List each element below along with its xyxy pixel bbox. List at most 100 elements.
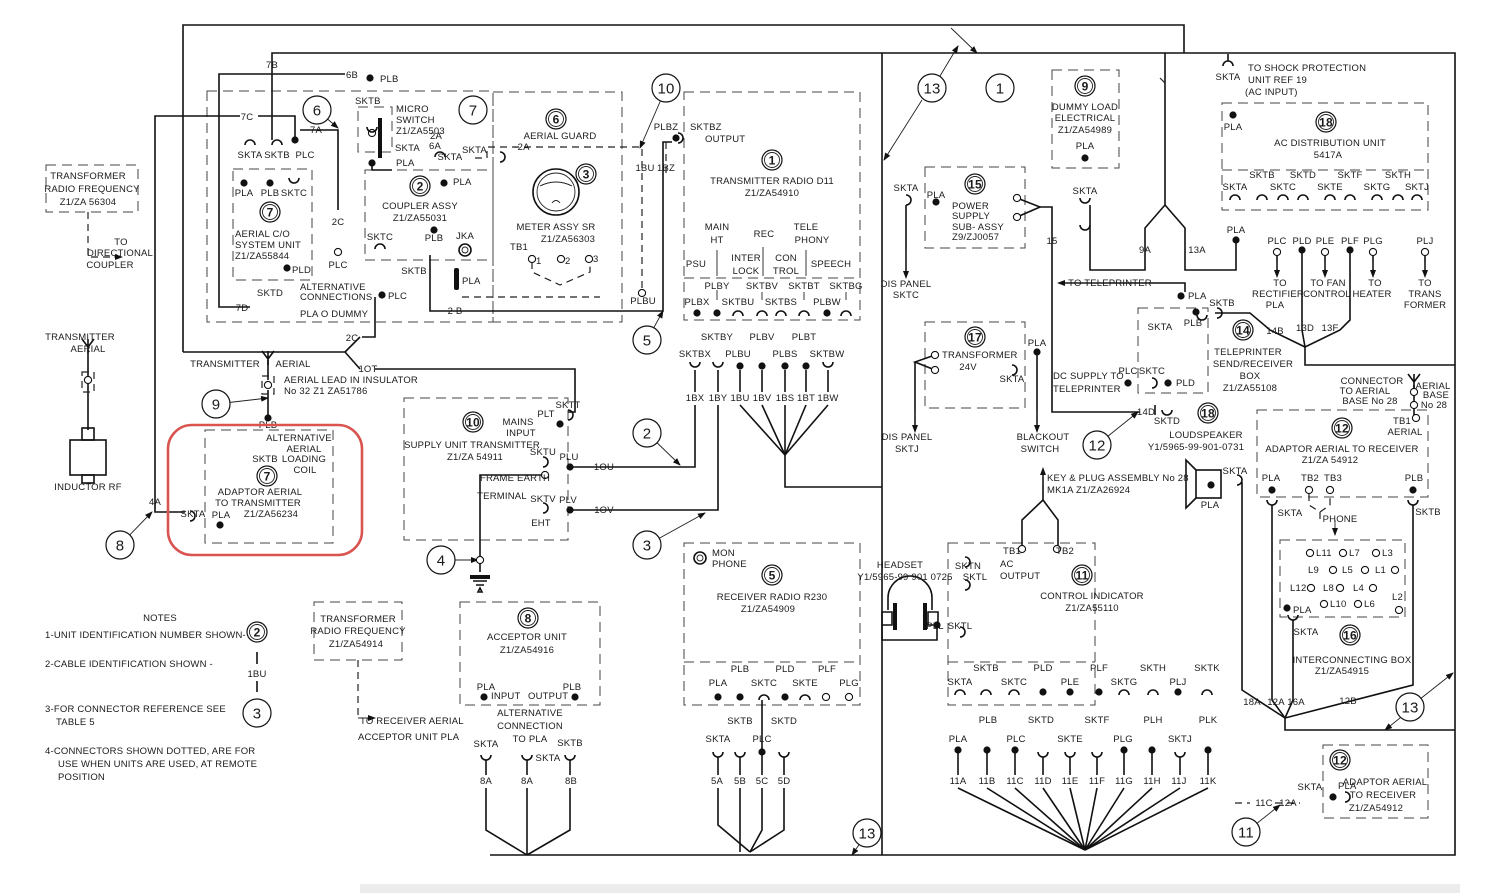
ac-input-socket [1222, 54, 1234, 67]
label-acdist: SKTH [1385, 170, 1411, 181]
label-adaptor7: ADAPTOR AERIAL [218, 487, 302, 498]
label-adaptor7: LOADING [282, 454, 326, 465]
label-coupler: JKA [456, 231, 474, 242]
socket-connector [1324, 194, 1336, 201]
open-terminal [1368, 583, 1378, 593]
label-box16: INTERCONNECTING BOX [1293, 655, 1412, 666]
label-tele: 14B [1266, 326, 1284, 337]
plug-connector-dot [1204, 746, 1212, 754]
label-g7: 2C [332, 217, 345, 228]
label-controlout: SKTF [1084, 715, 1109, 726]
label-control: SKTN [955, 561, 981, 572]
label-t17: 24V [959, 362, 977, 373]
label-acout: TO FAN [1310, 278, 1345, 289]
label-mid: DIS PANEL [881, 279, 932, 290]
label-g7: PLB [380, 74, 399, 85]
socket-connector [542, 456, 549, 468]
leader-line [1384, 717, 1401, 731]
label-acceptor: 8A [521, 776, 533, 787]
meter-face [536, 172, 576, 212]
label-supply: PLV [559, 495, 577, 506]
label-rx12: SKTA [1278, 508, 1303, 519]
label-acout: PLF [1341, 236, 1359, 247]
label-receiver: PLG [839, 678, 859, 689]
wiring-diagram: 7 2 6 3 1 9 18 15 17 14 18 12 16 12 11 5 8 10 7 2 6 7 10 13 1 5 9 2… [0, 0, 1500, 893]
label-adaptor7: ALTERNATIVE [266, 433, 332, 444]
label-p15: SUPPLY [952, 211, 990, 222]
socket-connector [1371, 194, 1383, 201]
label-tele: SKTA [1148, 322, 1173, 333]
antenna-icon [261, 350, 275, 365]
label-tele: BOX [1240, 371, 1261, 382]
label-box16: 12A [1267, 697, 1285, 708]
label-left: AERIAL [71, 344, 106, 355]
wire [1084, 787, 1181, 851]
plug-connector-dot [758, 362, 766, 370]
label-guard: 3 [593, 254, 598, 265]
plug-connector-dot [1081, 154, 1089, 162]
label-txout: PLBT [792, 332, 817, 343]
cable-id-number: 12 [1088, 438, 1105, 455]
label-txout: SKTBX [679, 349, 712, 360]
mon-phone-jack-icon [693, 551, 707, 565]
mon-phone-jack-inner [696, 554, 704, 562]
label-txout: SKTBY [701, 332, 734, 343]
open-terminal [584, 254, 594, 264]
plug-connector-dot [823, 309, 831, 317]
open-terminal [1411, 413, 1421, 423]
label-speaker: LOUDSPEAKER [1169, 430, 1242, 441]
label-acout: TO [1368, 278, 1381, 289]
open-terminal [1338, 548, 1348, 558]
socket-connector [905, 194, 912, 206]
label-box16: L4 [1353, 583, 1364, 594]
label-controlout: 11J [1171, 776, 1186, 787]
label-receiver: SKTB [727, 716, 753, 727]
label-acdist: TO SHOCK PROTECTION [1248, 63, 1366, 74]
label-guard: AERIAL GUARD [524, 131, 597, 142]
label-rf2: TRANSFORMER [320, 614, 396, 625]
label-control: TB1 [1003, 546, 1021, 557]
open-terminal [821, 692, 831, 702]
label-micro: MICRO [396, 104, 429, 115]
label-supply: PLU [559, 452, 578, 463]
label-rf2: RADIO FREQUENCY [310, 626, 406, 637]
label-tx: TELE [794, 222, 819, 233]
label-tele: SKTD [1154, 416, 1180, 427]
open-terminal [1409, 400, 1419, 410]
label-acdist: SKTA [1216, 72, 1241, 83]
label-aerial: TRANSMITTER [190, 359, 260, 370]
label-adaptor7: 4A [149, 497, 161, 508]
socket-connector [1392, 194, 1404, 201]
label-micro: SWITCH [396, 115, 435, 126]
label-acceptor: 8B [565, 776, 577, 787]
wire [1284, 718, 1455, 731]
label-control: PLD [1033, 663, 1052, 674]
socket-connector [1079, 197, 1091, 204]
label-tx: TROL [773, 266, 799, 277]
socket-connector [689, 361, 701, 368]
label-g7: 6B [346, 70, 358, 81]
plug-connector-dot [713, 309, 721, 317]
label-micro: SKTB [355, 96, 381, 107]
label-tx: PHONY [795, 235, 830, 246]
label-tele: 14D [1137, 407, 1155, 418]
label-guard: PLBU [630, 296, 656, 307]
label-aerial: AERIAL [276, 359, 311, 370]
label-mid: MK1A Z1/ZA26924 [1047, 485, 1130, 496]
label-box16: 16A [1287, 697, 1305, 708]
label-acceptor: 8A [480, 776, 492, 787]
open-terminal [844, 692, 854, 702]
label-txout: 1BX [686, 393, 705, 404]
label-controlout: 11E [1062, 776, 1079, 787]
socket-connector [840, 310, 852, 317]
plug-connector-dot [1346, 246, 1354, 254]
label-tx: MAIN [705, 222, 730, 233]
label-guard: -2A [514, 142, 530, 153]
label-control: SKTC [1001, 677, 1027, 688]
meter-icon [532, 168, 580, 216]
label-tele: PLC [1118, 366, 1137, 377]
label-adaptor7: SKTB [252, 454, 278, 465]
label-acdist: AC DISTRIBUTION UNIT [1274, 138, 1386, 149]
label-box16: PLA [1293, 605, 1312, 616]
label-g7: SKTB [264, 150, 290, 161]
